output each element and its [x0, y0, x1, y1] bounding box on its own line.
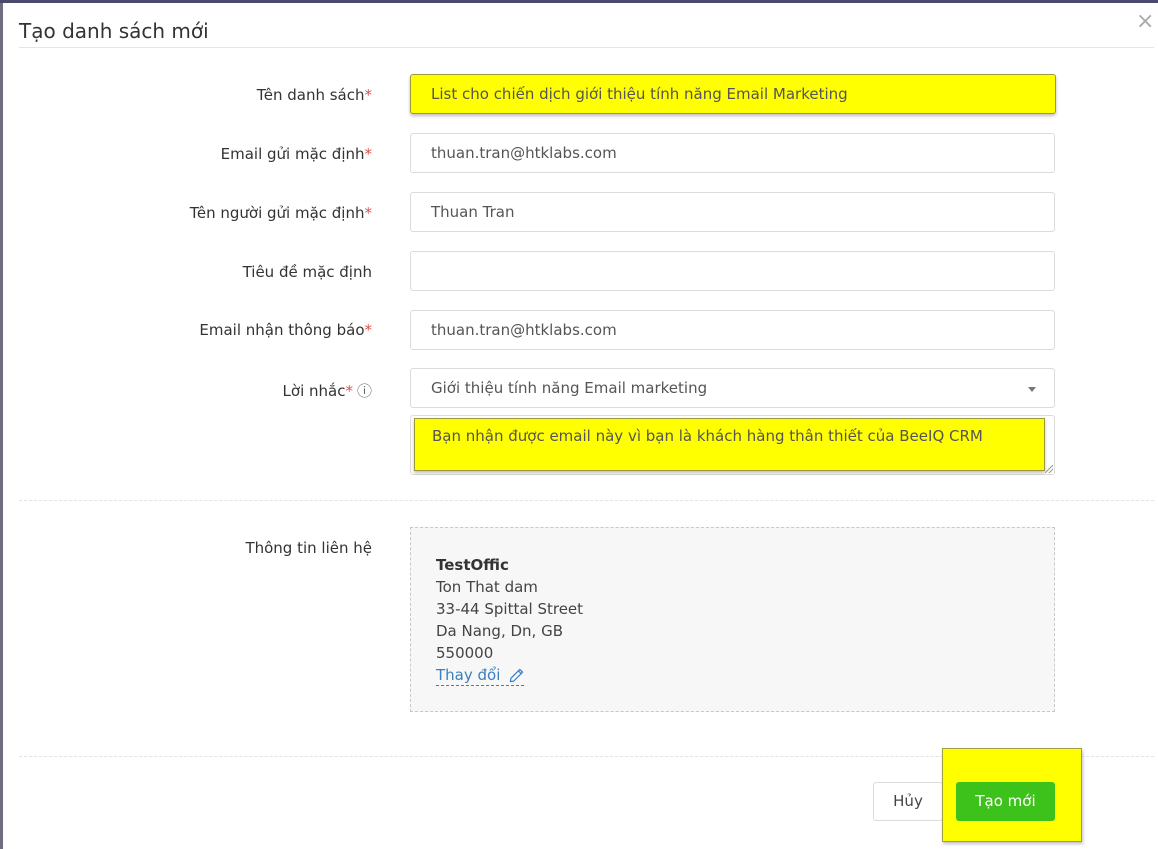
default-sender-name-input[interactable]: Thuan Tran: [410, 192, 1055, 232]
reminder-textarea[interactable]: Bạn nhận được email này vì bạn là khách …: [410, 415, 1055, 475]
default-email-label: Email gửi mặc định*: [220, 145, 372, 163]
default-sender-name-label: Tên người gửi mặc định*: [189, 204, 372, 222]
info-circle-icon[interactable]: ⓘ: [357, 382, 372, 400]
contact-city-line: Da Nang, Dn, GB: [436, 622, 563, 640]
notify-email-label: Email nhận thông báo*: [199, 321, 372, 339]
contact-info-label: Thông tin liên hệ: [245, 539, 372, 557]
pencil-icon: [509, 668, 524, 683]
modal-title: Tạo danh sách mới: [19, 19, 209, 43]
close-icon[interactable]: ×: [1136, 11, 1154, 33]
list-name-label: Tên danh sách*: [256, 86, 372, 104]
create-list-modal: Tạo danh sách mới × Tên danh sách* List …: [3, 3, 1158, 849]
default-subject-label: Tiêu đề mặc định: [242, 263, 372, 281]
contact-address-line1: Ton That dam: [436, 578, 538, 596]
notify-email-input[interactable]: thuan.tran@htklabs.com: [410, 310, 1055, 350]
chevron-down-icon: [1028, 387, 1036, 392]
contact-postal-code: 550000: [436, 644, 494, 662]
reminder-select[interactable]: Giới thiệu tính năng Email marketing: [410, 368, 1055, 408]
contact-address-line2: 33-44 Spittal Street: [436, 600, 584, 618]
resize-handle-icon[interactable]: [1045, 465, 1053, 473]
create-button[interactable]: Tạo mới: [956, 782, 1055, 821]
cancel-button[interactable]: Hủy: [873, 782, 943, 821]
reminder-label: Lời nhắc* ⓘ: [282, 382, 372, 400]
change-contact-link[interactable]: Thay đổi: [436, 665, 525, 686]
list-name-input[interactable]: List cho chiến dịch giới thiệu tính năng…: [410, 74, 1056, 114]
section-divider: [19, 500, 1154, 501]
default-email-input[interactable]: thuan.tran@htklabs.com: [410, 133, 1055, 173]
header-divider: [19, 47, 1154, 48]
contact-company: TestOffic: [436, 556, 509, 574]
default-subject-input[interactable]: [410, 251, 1055, 291]
contact-info-box: TestOffic Ton That dam 33-44 Spittal Str…: [410, 527, 1055, 712]
reminder-text[interactable]: Bạn nhận được email này vì bạn là khách …: [414, 418, 1045, 471]
